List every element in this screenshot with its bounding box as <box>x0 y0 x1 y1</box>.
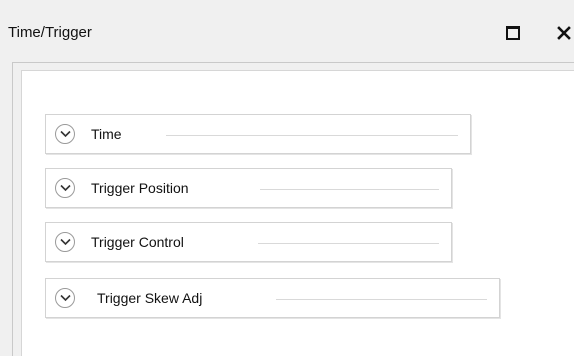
group-trigger-skew-adj-divider <box>276 299 487 300</box>
group-trigger-skew-adj-expander[interactable] <box>55 288 75 308</box>
maximize-icon <box>506 26 520 40</box>
group-trigger-position-expander[interactable] <box>55 178 75 198</box>
chevron-down-icon <box>60 184 71 192</box>
group-time-expander[interactable] <box>55 124 75 144</box>
group-trigger-control-label: Trigger Control <box>91 234 184 250</box>
group-trigger-skew-adj-label: Trigger Skew Adj <box>97 290 203 306</box>
group-time[interactable]: Time <box>45 114 471 154</box>
group-trigger-position[interactable]: Trigger Position <box>45 168 452 208</box>
group-trigger-control-expander[interactable] <box>55 232 75 252</box>
chevron-down-icon <box>60 238 71 246</box>
group-time-divider <box>166 135 458 136</box>
group-time-label: Time <box>91 126 122 142</box>
group-trigger-control[interactable]: Trigger Control <box>45 222 452 262</box>
title-bar: Time/Trigger <box>0 0 574 62</box>
group-trigger-control-divider <box>258 243 439 244</box>
window-title: Time/Trigger <box>8 24 92 41</box>
close-button[interactable] <box>550 20 574 46</box>
time-trigger-window: Time/Trigger Time Trigger Position Trigg… <box>0 0 574 356</box>
group-trigger-position-divider <box>260 189 439 190</box>
chevron-down-icon <box>60 130 71 138</box>
chevron-down-icon <box>60 294 71 302</box>
maximize-button[interactable] <box>500 20 526 46</box>
group-trigger-position-label: Trigger Position <box>91 180 189 196</box>
close-icon <box>557 26 571 40</box>
group-trigger-skew-adj[interactable]: Trigger Skew Adj <box>45 278 500 318</box>
